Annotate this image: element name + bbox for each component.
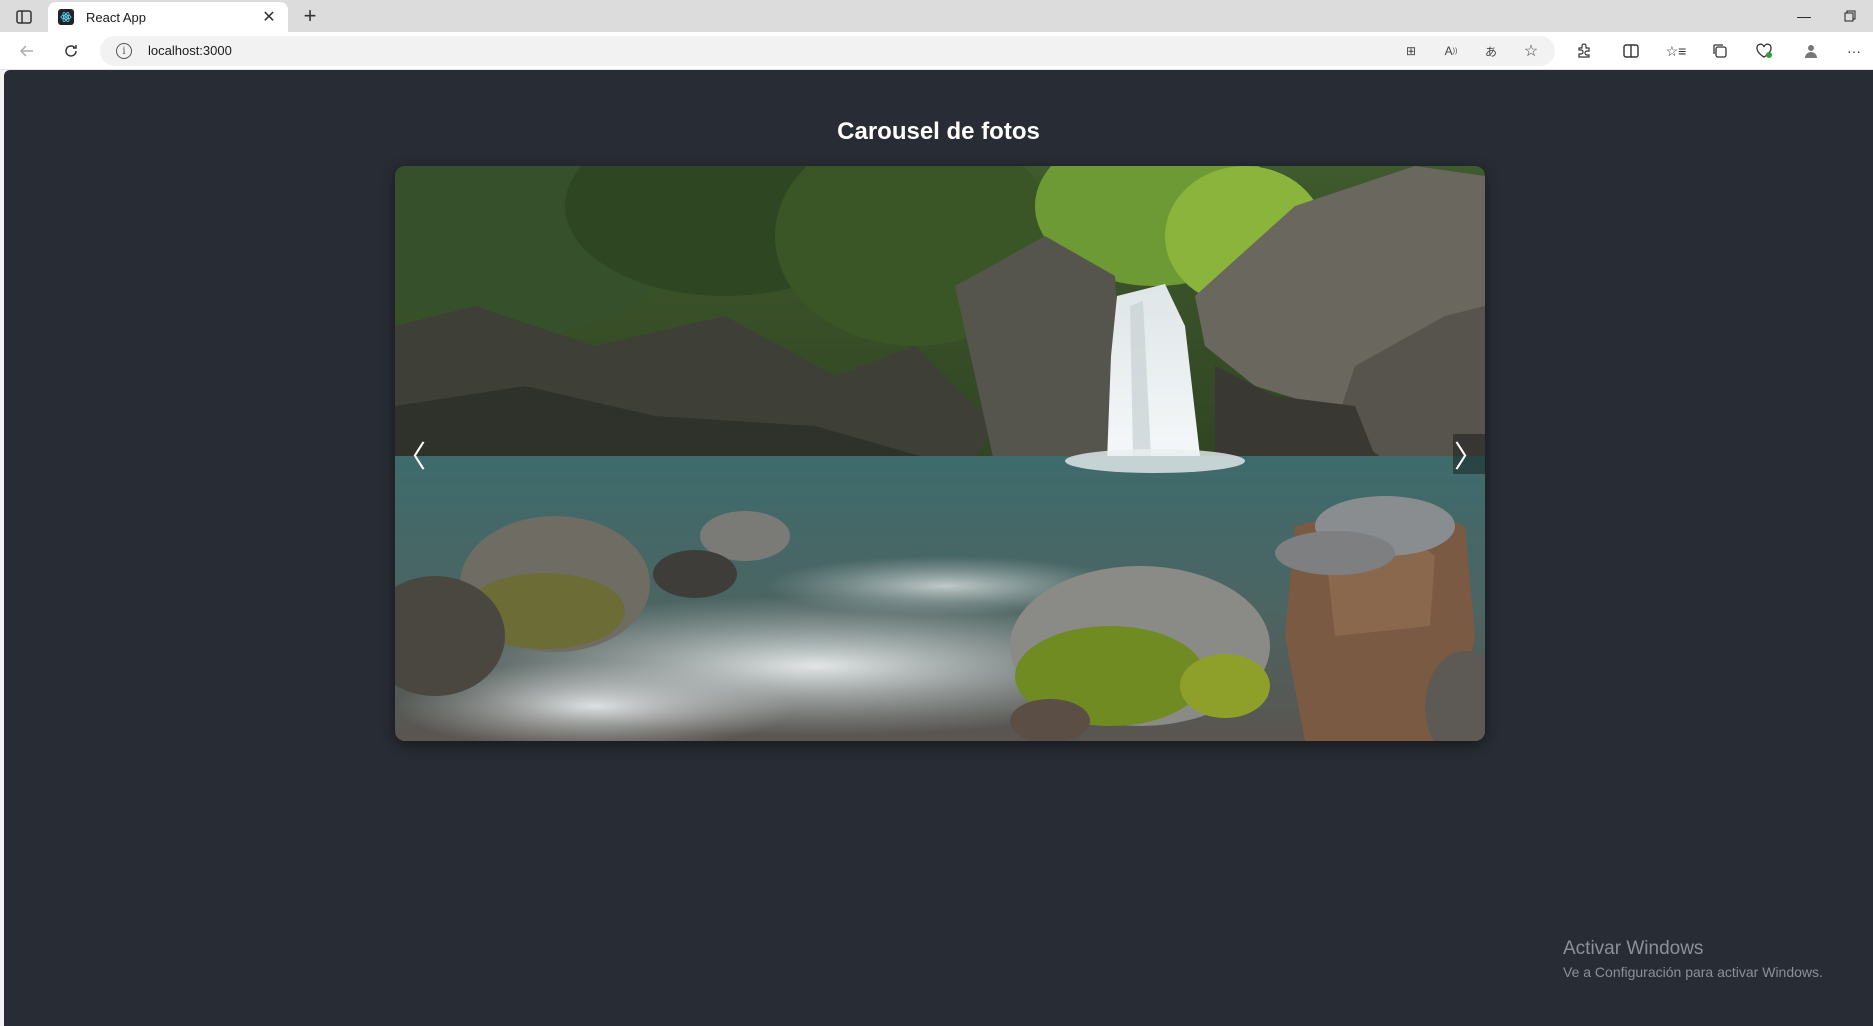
carousel-photo-waterfall xyxy=(395,166,1485,741)
page-viewport: Carousel de fotos 〈 〉 Activar Windows Ve… xyxy=(4,70,1873,1026)
back-button[interactable] xyxy=(12,37,42,65)
app-available-icon[interactable]: ⊞ xyxy=(1400,41,1422,61)
extensions-icon[interactable] xyxy=(1573,41,1595,61)
more-options-icon[interactable]: ··· xyxy=(1843,41,1865,61)
split-screen-icon[interactable] xyxy=(1620,41,1642,61)
tab-react-app[interactable]: React App ✕ xyxy=(48,2,288,32)
read-aloud-icon[interactable]: A)) xyxy=(1440,41,1462,61)
translate-icon[interactable]: あ xyxy=(1480,41,1502,61)
watermark-subtitle: Ve a Configuración para activar Windows. xyxy=(1563,964,1823,980)
profile-avatar-icon[interactable] xyxy=(1800,41,1822,61)
windows-activation-watermark: Activar Windows Ve a Configuración para … xyxy=(1563,938,1823,980)
react-favicon-icon xyxy=(58,9,74,25)
sidebar-toggle-icon[interactable] xyxy=(10,6,38,28)
minimize-icon[interactable]: — xyxy=(1781,0,1827,32)
carousel-next-button[interactable]: 〉 xyxy=(1453,434,1485,474)
new-tab-button[interactable]: + xyxy=(296,3,324,28)
favorites-icon[interactable]: ☆≡ xyxy=(1665,41,1687,61)
window-controls: — xyxy=(1781,0,1873,32)
address-toolbar: i localhost:3000 ⊞ A)) あ ☆ ☆≡ ··· xyxy=(0,32,1873,70)
address-bar[interactable]: i localhost:3000 ⊞ A)) あ ☆ xyxy=(100,36,1555,66)
carousel-prev-button[interactable]: 〈 xyxy=(395,434,427,474)
photo-carousel: 〈 〉 xyxy=(395,166,1485,741)
favorite-star-icon[interactable]: ☆ xyxy=(1520,41,1542,61)
page-title: Carousel de fotos xyxy=(837,118,1040,145)
refresh-button[interactable] xyxy=(56,37,86,65)
url-text: localhost:3000 xyxy=(148,43,232,58)
tab-title: React App xyxy=(86,9,146,25)
browser-essentials-icon[interactable] xyxy=(1753,41,1775,61)
restore-icon[interactable] xyxy=(1827,0,1873,32)
collections-icon[interactable] xyxy=(1709,41,1731,61)
site-info-icon[interactable]: i xyxy=(116,43,132,59)
watermark-title: Activar Windows xyxy=(1563,938,1704,959)
close-tab-icon[interactable]: ✕ xyxy=(260,8,278,26)
tab-strip: React App ✕ + — xyxy=(0,0,1873,32)
